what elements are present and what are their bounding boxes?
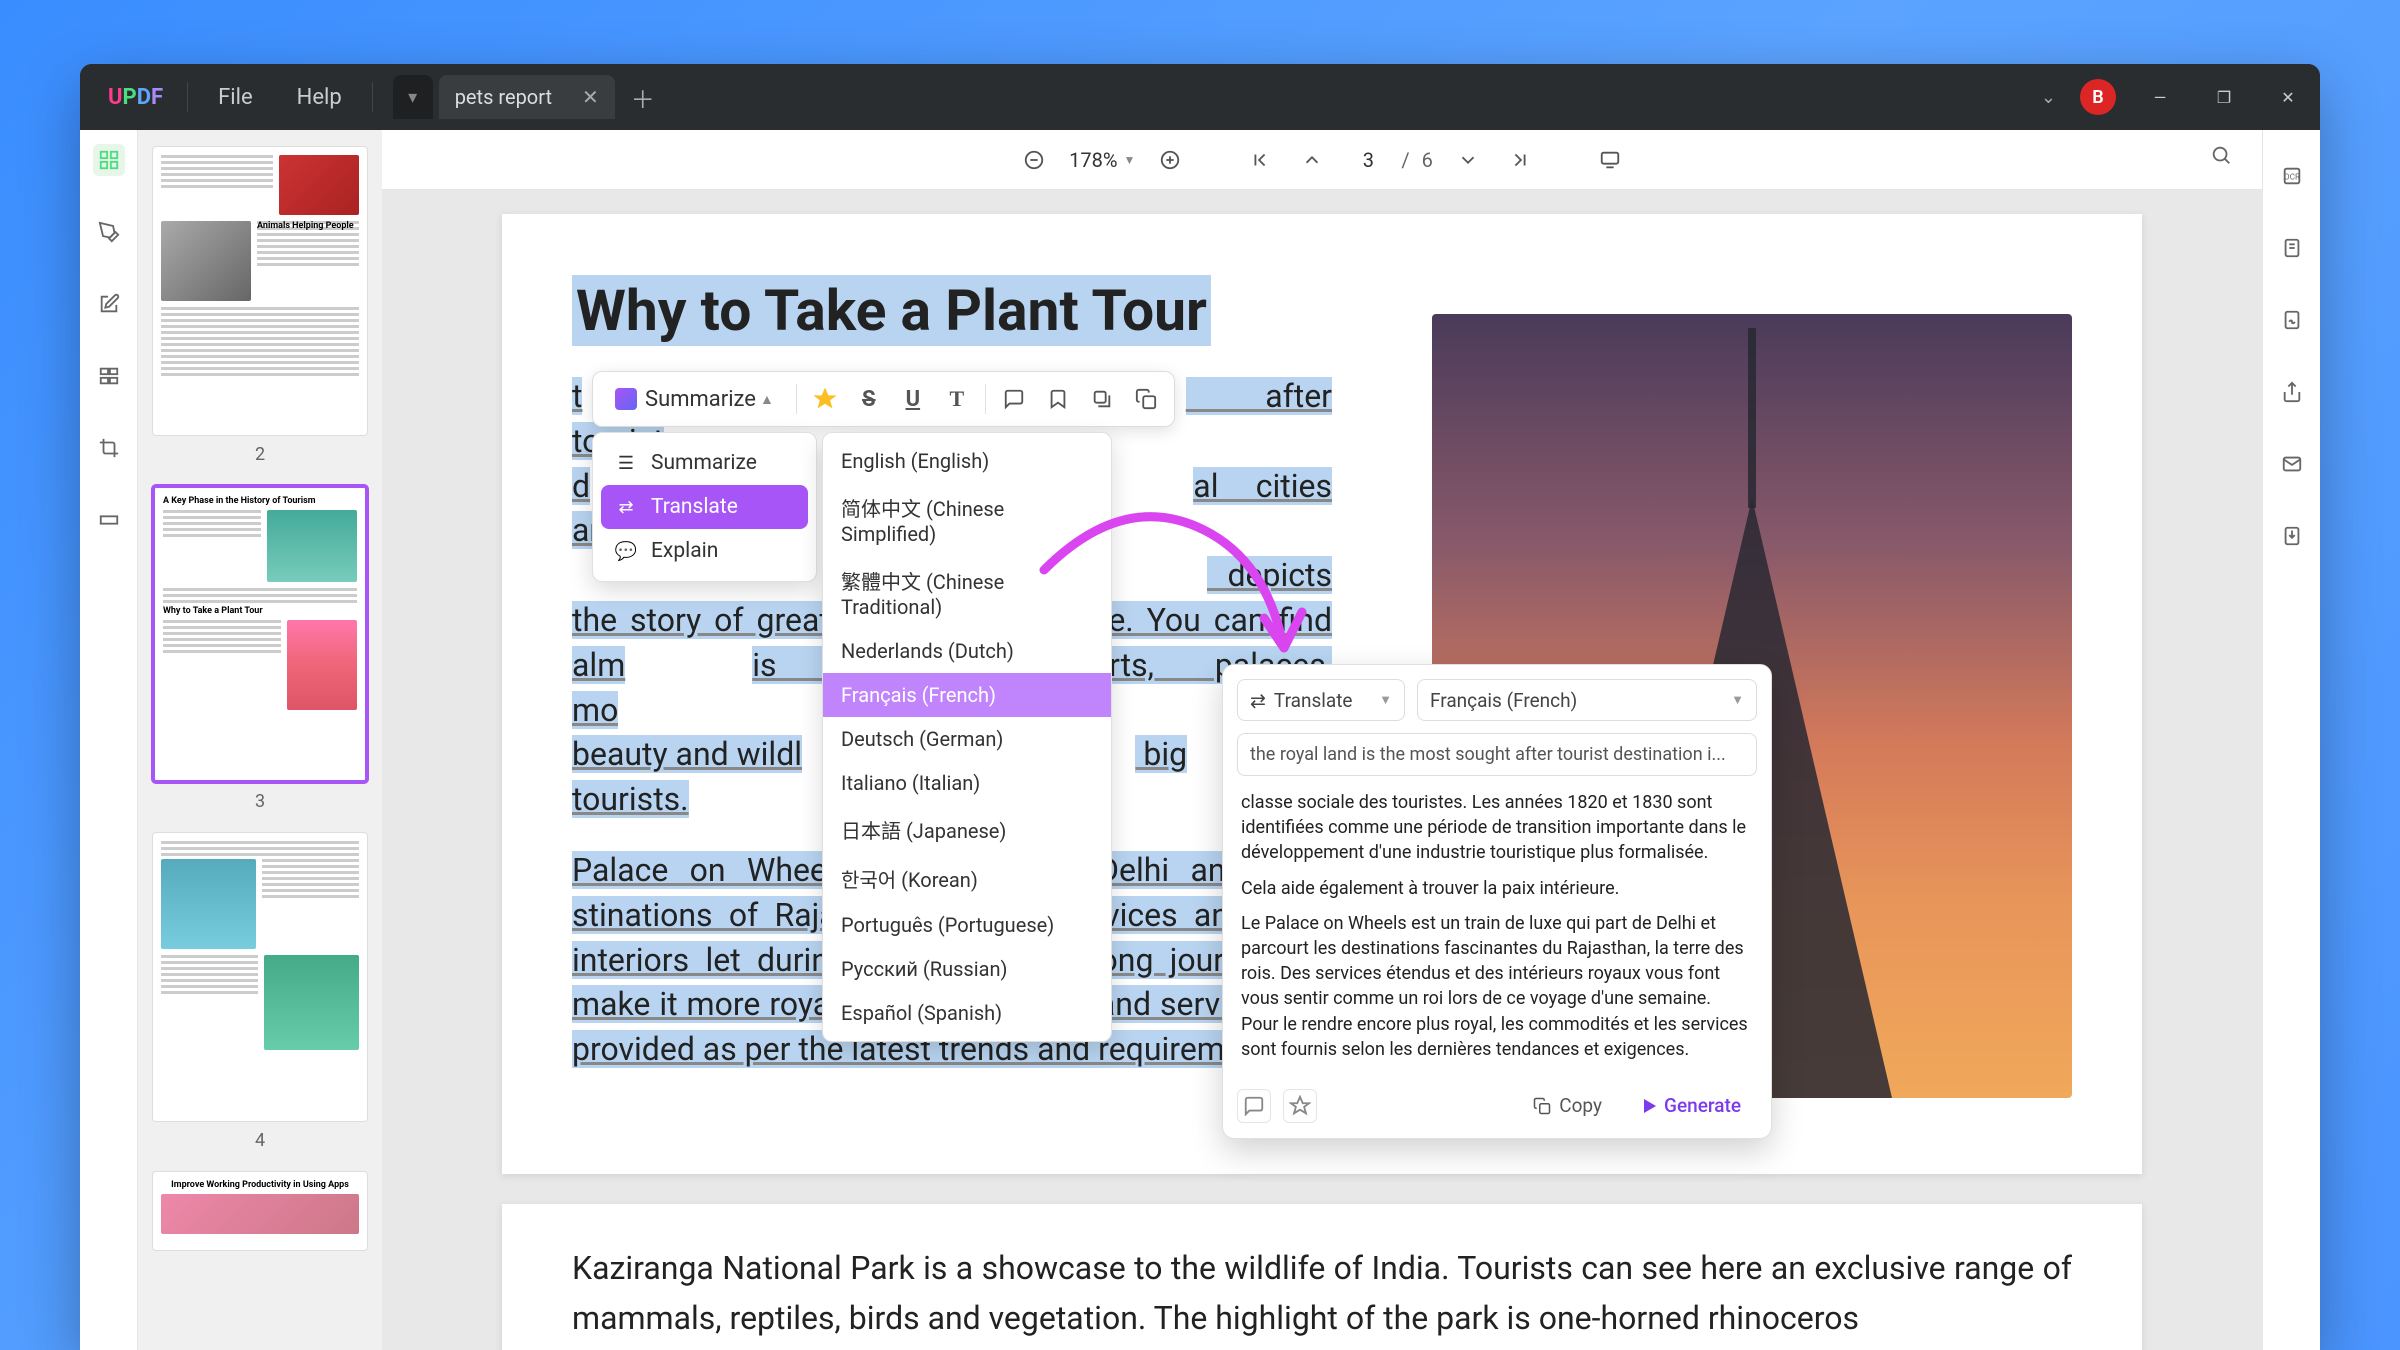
lang-german[interactable]: Deutsch (German)	[823, 717, 1111, 761]
crop-tool-icon[interactable]	[93, 432, 125, 464]
insert-comment-button[interactable]	[1237, 1089, 1271, 1123]
ai-summarize-dropdown[interactable]: Summarize ▲	[601, 378, 788, 420]
translate-language-select[interactable]: Français (French)▼	[1417, 679, 1757, 721]
zoom-out-button[interactable]	[1017, 143, 1051, 177]
translate-mode-select[interactable]: ⇄ Translate▼	[1237, 679, 1405, 721]
tab-document[interactable]: pets report ✕	[439, 75, 615, 119]
document-page-3: Why to Take a Plant Tour txxxxxxxxxxxxxx…	[502, 214, 2142, 1174]
tab-add-button[interactable]: ＋	[631, 80, 655, 115]
page-title: Why to Take a Plant Tour	[572, 275, 1211, 346]
copy-button[interactable]: Copy	[1519, 1088, 1616, 1124]
annotate-tool-icon[interactable]	[93, 216, 125, 248]
page-total: 6	[1422, 148, 1433, 172]
document-area: 178%▼ / 6 Why to	[382, 130, 2262, 1350]
lang-spanish[interactable]: Español (Spanish)	[823, 991, 1111, 1035]
ocr-tool-icon[interactable]: OCR	[2276, 160, 2308, 192]
menu-file[interactable]: File	[196, 85, 275, 110]
ai-action-menu: ☰Summarize ⇄Translate 💬Explain	[592, 432, 817, 582]
window-close-button[interactable]: ✕	[2268, 77, 2308, 117]
paragraph-3: Kaziranga National Park is a showcase to…	[572, 1244, 2072, 1343]
ai-menu-translate[interactable]: ⇄Translate	[601, 485, 808, 529]
lang-portuguese[interactable]: Português (Portuguese)	[823, 903, 1111, 947]
page-number-input[interactable]	[1347, 144, 1389, 176]
window-maximize-button[interactable]: ❐	[2204, 77, 2244, 117]
ai-menu-summarize[interactable]: ☰Summarize	[601, 441, 808, 485]
window-minimize-button[interactable]: —	[2140, 77, 2180, 117]
app-logo: UPDF	[92, 85, 179, 110]
tab-label: pets report	[455, 85, 552, 109]
user-avatar[interactable]: B	[2080, 79, 2116, 115]
zoom-in-button[interactable]	[1153, 143, 1187, 177]
underline-icon[interactable]: U	[893, 378, 933, 420]
export-tool-icon[interactable]	[2276, 520, 2308, 552]
document-page-3-bottom: Kaziranga National Park is a showcase to…	[502, 1204, 2142, 1350]
strikethrough-icon[interactable]: S	[849, 378, 889, 420]
ai-menu-explain[interactable]: 💬Explain	[601, 529, 808, 573]
list-icon: ☰	[615, 452, 637, 474]
svg-text:OCR: OCR	[2283, 173, 2299, 183]
search-button[interactable]	[2210, 144, 2242, 176]
translate-output: classe sociale des touristes. Les années…	[1237, 790, 1757, 1062]
thumbnail-number: 3	[152, 783, 368, 828]
thumbnails-panel-icon[interactable]	[93, 144, 125, 176]
titlebar: UPDF File Help ▾ pets report ✕ ＋ ⌄ B — ❐…	[80, 64, 2320, 130]
ai-sparkle-icon	[615, 388, 637, 410]
play-icon	[1644, 1099, 1656, 1113]
lang-chinese-simplified[interactable]: 简体中文 (Chinese Simplified)	[823, 483, 1111, 556]
lang-chinese-traditional[interactable]: 繁體中文 (Chinese Traditional)	[823, 556, 1111, 629]
lang-english[interactable]: English (English)	[823, 439, 1111, 483]
lang-russian[interactable]: Русский (Russian)	[823, 947, 1111, 991]
presentation-mode-button[interactable]	[1593, 143, 1627, 177]
highlight-color-icon[interactable]	[805, 378, 845, 420]
edit-tool-icon[interactable]	[93, 288, 125, 320]
highlight-button[interactable]	[1283, 1089, 1317, 1123]
redact-tool-icon[interactable]	[93, 504, 125, 536]
share-tool-icon[interactable]	[2276, 376, 2308, 408]
thumbnail-number: 4	[152, 1122, 368, 1167]
selection-context-toolbar: Summarize ▲ S U T	[592, 371, 1175, 427]
page-thumbnail-5[interactable]: Improve Working Productivity in Using Ap…	[152, 1171, 368, 1251]
lang-french[interactable]: Français (French)	[823, 673, 1111, 717]
last-page-button[interactable]	[1503, 143, 1537, 177]
thumbnail-panel: Animals Helping People 2 A Key Phase in …	[138, 130, 382, 1350]
generate-button[interactable]: Generate	[1628, 1088, 1757, 1124]
translate-icon: ⇄	[1250, 689, 1266, 712]
link-icon[interactable]	[1082, 378, 1122, 420]
first-page-button[interactable]	[1243, 143, 1277, 177]
organize-tool-icon[interactable]	[93, 360, 125, 392]
view-toolbar: 178%▼ / 6	[382, 130, 2262, 190]
right-tool-rail: OCR	[2262, 130, 2320, 1350]
menu-help[interactable]: Help	[275, 85, 364, 110]
translate-panel: ⇄ Translate▼ Français (French)▼ the roya…	[1222, 664, 1772, 1139]
lang-korean[interactable]: 한국어 (Korean)	[823, 854, 1111, 903]
prev-page-button[interactable]	[1295, 143, 1329, 177]
page-thumbnail-3[interactable]: A Key Phase in the History of Tourism Wh…	[152, 485, 368, 783]
comment-icon[interactable]	[994, 378, 1034, 420]
tab-home[interactable]: ▾	[393, 75, 433, 119]
next-page-button[interactable]	[1451, 143, 1485, 177]
form-tool-icon[interactable]	[2276, 232, 2308, 264]
left-tool-rail	[80, 130, 138, 1350]
sign-tool-icon[interactable]	[2276, 304, 2308, 336]
tab-close-icon[interactable]: ✕	[582, 85, 599, 109]
copy-icon[interactable]	[1126, 378, 1166, 420]
lang-dutch[interactable]: Nederlands (Dutch)	[823, 629, 1111, 673]
thumbnail-number: 2	[152, 436, 368, 481]
lang-italian[interactable]: Italiano (Italian)	[823, 761, 1111, 805]
translate-icon: ⇄	[615, 496, 637, 518]
page-thumbnail-4[interactable]	[152, 832, 368, 1122]
zoom-level-display[interactable]: 178%▼	[1069, 148, 1135, 172]
titlebar-dropdown-icon[interactable]: ⌄	[2041, 87, 2056, 108]
language-menu: English (English) 简体中文 (Chinese Simplifi…	[822, 432, 1112, 1042]
bookmark-icon[interactable]	[1038, 378, 1078, 420]
app-window: UPDF File Help ▾ pets report ✕ ＋ ⌄ B — ❐…	[80, 64, 2320, 1350]
translate-source-text: the royal land is the most sought after …	[1237, 733, 1757, 776]
page-viewport[interactable]: Why to Take a Plant Tour txxxxxxxxxxxxxx…	[382, 190, 2262, 1350]
chat-icon: 💬	[615, 540, 637, 562]
page-thumbnail-2[interactable]: Animals Helping People	[152, 146, 368, 436]
email-tool-icon[interactable]	[2276, 448, 2308, 480]
lang-japanese[interactable]: 日本語 (Japanese)	[823, 805, 1111, 854]
text-tool-icon[interactable]: T	[937, 378, 977, 420]
